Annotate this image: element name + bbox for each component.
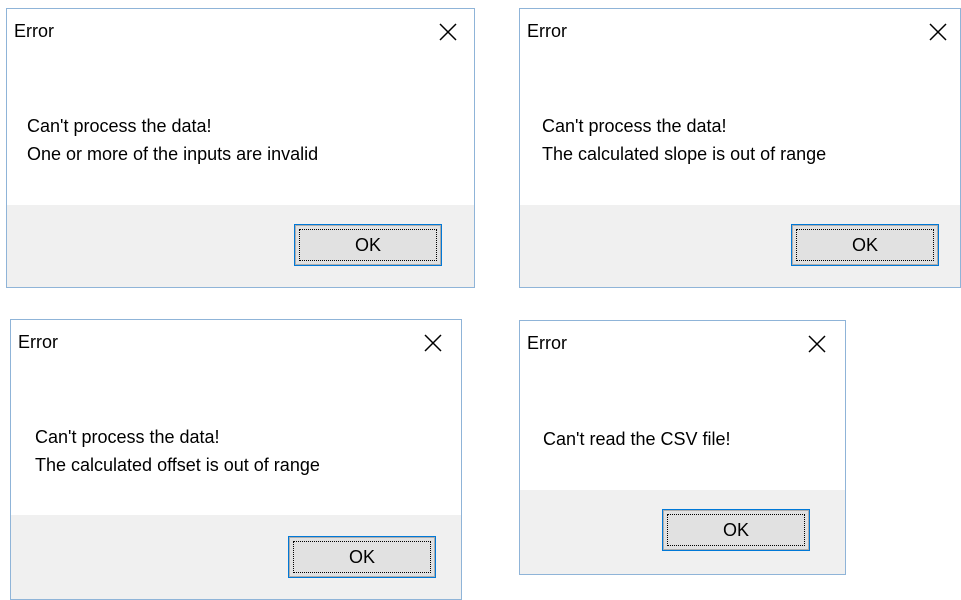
ok-button[interactable]: OK — [791, 224, 939, 266]
close-button[interactable] — [922, 16, 954, 48]
dialog-footer: OK — [520, 205, 960, 287]
dialog-title: Error — [527, 333, 567, 353]
message-line-2: The calculated offset is out of range — [35, 455, 320, 475]
message-line-1: Can't read the CSV file! — [543, 429, 731, 449]
dialog-message: Can't read the CSV file! — [543, 425, 731, 453]
dialog-message: Can't process the data! The calculated s… — [542, 112, 826, 168]
message-line-1: Can't process the data! — [35, 427, 220, 447]
dialog-footer: OK — [7, 205, 474, 287]
error-dialog-slope-out-of-range: Error Can't process the data! The calcul… — [519, 8, 961, 288]
dialog-footer: OK — [11, 515, 461, 599]
close-icon — [424, 334, 442, 352]
message-line-1: Can't process the data! — [27, 116, 212, 136]
close-icon — [808, 335, 826, 353]
ok-button[interactable]: OK — [294, 224, 442, 266]
close-button[interactable] — [432, 16, 464, 48]
ok-button[interactable]: OK — [662, 509, 810, 551]
dialog-message: Can't process the data! One or more of t… — [27, 112, 318, 168]
dialog-message: Can't process the data! The calculated o… — [35, 423, 320, 479]
message-line-1: Can't process the data! — [542, 116, 727, 136]
close-icon — [929, 23, 947, 41]
dialog-title: Error — [14, 21, 54, 41]
message-line-2: The calculated slope is out of range — [542, 144, 827, 164]
ok-button[interactable]: OK — [288, 536, 436, 578]
error-dialog-invalid-inputs: Error Can't process the data! One or mor… — [6, 8, 475, 288]
dialog-title: Error — [527, 21, 567, 41]
close-button[interactable] — [801, 328, 833, 360]
close-icon — [439, 23, 457, 41]
error-dialog-csv-read-failure: Error Can't read the CSV file! OK — [519, 320, 846, 575]
close-button[interactable] — [417, 327, 449, 359]
dialog-footer: OK — [520, 490, 845, 574]
dialog-title: Error — [18, 332, 58, 352]
error-dialog-offset-out-of-range: Error Can't process the data! The calcul… — [10, 319, 462, 600]
message-line-2: One or more of the inputs are invalid — [27, 144, 319, 164]
